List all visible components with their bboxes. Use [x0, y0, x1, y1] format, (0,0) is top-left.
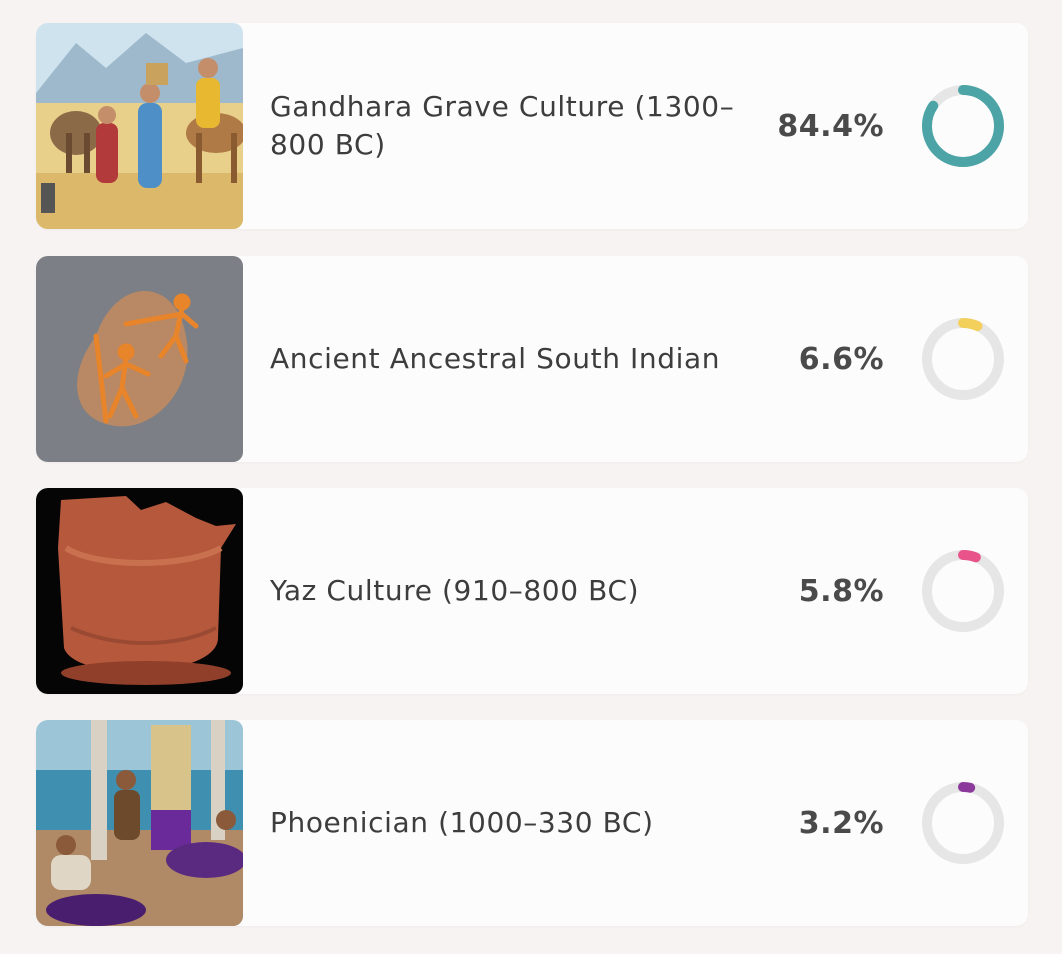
- ancestry-card[interactable]: Ancient Ancestral South Indian 6.6%: [36, 256, 1028, 462]
- ancestry-percent: 6.6%: [798, 341, 884, 377]
- ancestry-name: Ancient Ancestral South Indian: [270, 342, 721, 375]
- ring-track: [922, 318, 1004, 400]
- ancestry-card[interactable]: Gandhara Grave Culture (1300–800 BC) 84.…: [36, 23, 1028, 229]
- ring-track: [922, 782, 1004, 864]
- percentage-ring: [922, 318, 1004, 400]
- purple-dye-workers-image: [36, 720, 243, 926]
- ancestry-percent: 3.2%: [798, 805, 884, 841]
- ancestry-list: Gandhara Grave Culture (1300–800 BC) 84.…: [0, 0, 1062, 954]
- ancestry-card[interactable]: Phoenician (1000–330 BC) 3.2%: [36, 720, 1028, 926]
- caravan-illustration-image: [36, 23, 243, 229]
- percentage-ring: [922, 782, 1004, 864]
- ancestry-percent: 84.4%: [777, 108, 884, 144]
- ancestry-name: Gandhara Grave Culture (1300–800 BC): [270, 90, 735, 161]
- percentage-ring: [922, 550, 1004, 632]
- clay-pot-image: [36, 488, 243, 694]
- ring-track: [922, 550, 1004, 632]
- percentage-ring: [922, 85, 1004, 167]
- ancestry-name: Phoenician (1000–330 BC): [270, 806, 654, 839]
- ancestry-percent: 5.8%: [798, 573, 884, 609]
- rock-art-image: [36, 256, 243, 462]
- ancestry-card[interactable]: Yaz Culture (910–800 BC) 5.8%: [36, 488, 1028, 694]
- ancestry-name: Yaz Culture (910–800 BC): [270, 574, 640, 607]
